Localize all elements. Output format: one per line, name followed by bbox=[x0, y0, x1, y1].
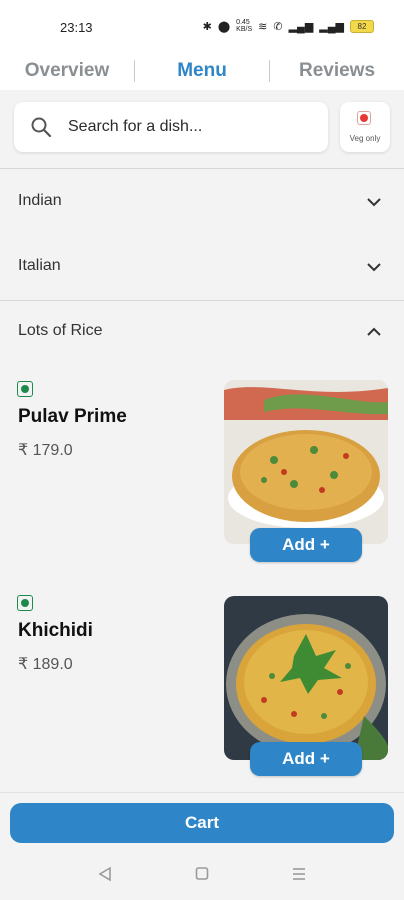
category-italian[interactable]: Italian bbox=[0, 235, 404, 299]
status-time: 23:13 bbox=[60, 20, 93, 35]
add-button[interactable]: Add + bbox=[250, 528, 362, 562]
add-button[interactable]: Add + bbox=[250, 742, 362, 776]
dish-image bbox=[224, 380, 388, 544]
back-icon[interactable] bbox=[98, 866, 112, 887]
veg-only-toggle[interactable]: Veg only bbox=[340, 102, 390, 152]
chevron-down-icon bbox=[366, 194, 382, 212]
cart-bar: Cart bbox=[0, 792, 404, 849]
category-name: Italian bbox=[18, 257, 61, 274]
search-placeholder: Search for a dish... bbox=[68, 118, 203, 135]
home-icon[interactable] bbox=[195, 866, 209, 887]
location-icon: ⬤ bbox=[217, 20, 231, 33]
tab-reviews[interactable]: Reviews bbox=[270, 60, 404, 82]
chevron-up-icon bbox=[366, 324, 382, 342]
network-speed: 0.45 KB/S bbox=[236, 19, 253, 33]
call-icon: ✆ bbox=[273, 20, 283, 33]
cart-button[interactable]: Cart bbox=[10, 803, 394, 843]
veg-icon bbox=[17, 595, 33, 611]
status-icons: ✱ ⬤ 0.45 KB/S ≋ ✆ ▂▄▆ ▂▄▆ 82 bbox=[203, 19, 374, 33]
category-indian[interactable]: Indian bbox=[0, 170, 404, 234]
system-nav-bar bbox=[0, 850, 404, 900]
veg-only-label: Veg only bbox=[349, 134, 381, 143]
search-icon bbox=[30, 116, 52, 143]
category-lots-of-rice[interactable]: Lots of Rice bbox=[0, 300, 404, 364]
tab-bar: Overview Menu Reviews bbox=[0, 52, 404, 90]
category-name: Indian bbox=[18, 192, 62, 209]
dish-name: Pulav Prime bbox=[18, 406, 127, 427]
recents-menu-icon[interactable] bbox=[292, 866, 306, 887]
chevron-down-icon bbox=[366, 259, 382, 277]
divider bbox=[0, 168, 404, 169]
veg-icon bbox=[17, 381, 33, 397]
tab-overview[interactable]: Overview bbox=[0, 60, 134, 82]
dish-name: Khichidi bbox=[18, 620, 93, 641]
signal-icon-2: ▂▄▆ bbox=[319, 20, 344, 33]
search-input[interactable]: Search for a dish... bbox=[14, 102, 328, 152]
tab-menu[interactable]: Menu bbox=[135, 60, 269, 82]
dish-item: Khichidi ₹ 189.0 Add + bbox=[0, 586, 404, 786]
signal-icon: ▂▄▆ bbox=[288, 20, 314, 33]
status-bar: 23:13 ✱ ⬤ 0.45 KB/S ≋ ✆ ▂▄▆ ▂▄▆ 82 bbox=[0, 0, 404, 52]
dish-price: ₹ 179.0 bbox=[18, 442, 73, 459]
category-name: Lots of Rice bbox=[18, 322, 103, 339]
veg-only-indicator-icon bbox=[357, 111, 371, 125]
battery-icon: 82 bbox=[350, 19, 374, 33]
dish-item: Pulav Prime ₹ 179.0 Add + bbox=[0, 372, 404, 572]
wifi-icon: ≋ bbox=[258, 20, 268, 33]
dish-price: ₹ 189.0 bbox=[18, 656, 73, 673]
dish-image bbox=[224, 596, 388, 760]
bluetooth-icon: ✱ bbox=[202, 20, 212, 33]
search-row: Search for a dish... Veg only bbox=[14, 102, 392, 154]
